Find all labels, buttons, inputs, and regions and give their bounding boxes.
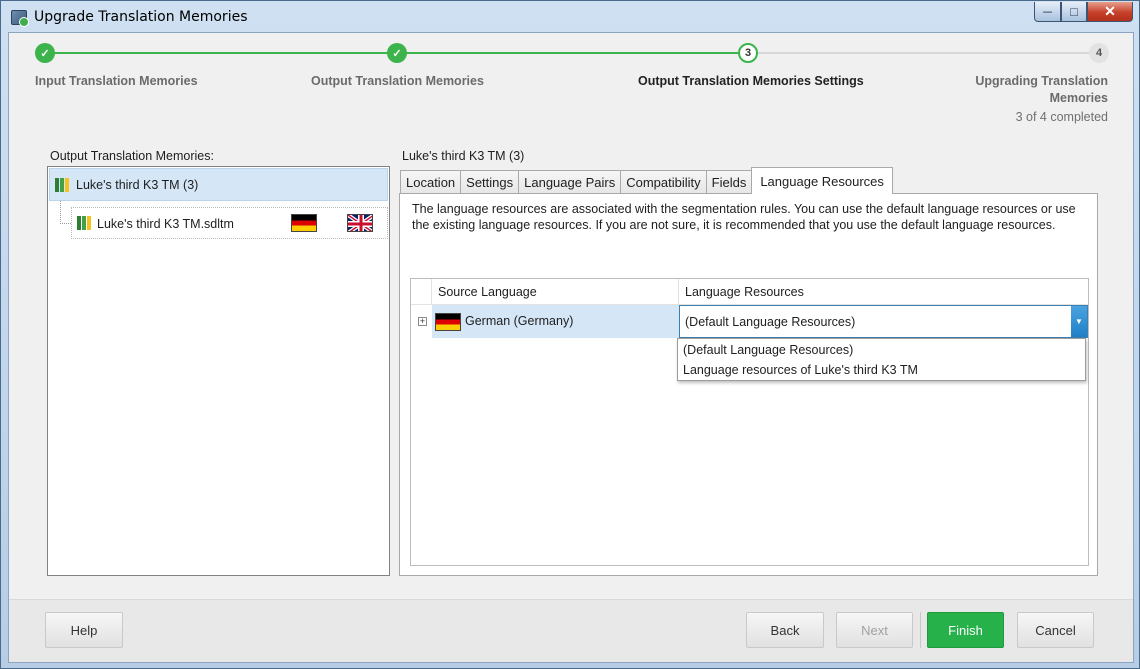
uk-flag-graphic <box>348 215 372 231</box>
step-1-label: Input Translation Memories <box>35 74 198 88</box>
language-resources-select[interactable]: (Default Language Resources) ▼ <box>679 305 1088 338</box>
tab-fields[interactable]: Fields <box>705 170 753 194</box>
step-3-label: Output Translation Memories Settings <box>638 74 864 88</box>
expand-row-button[interactable]: + <box>418 317 427 326</box>
progress-status: 3 of 4 completed <box>1015 110 1108 124</box>
tab-language-resources[interactable]: Language Resources <box>751 167 893 194</box>
grid-cell-source-language[interactable]: German (Germany) <box>432 305 679 338</box>
tree-item-child[interactable]: Luke's third K3 TM.sdltm <box>71 207 388 239</box>
language-resources-grid: Source Language Language Resources + Ger… <box>410 278 1089 566</box>
tree-connector-h <box>60 223 71 224</box>
step-connector-2-3 <box>397 52 749 54</box>
german-flag-icon <box>435 313 461 331</box>
german-flag-icon <box>291 214 317 232</box>
tree-item-root[interactable]: Luke's third K3 TM (3) <box>49 168 388 201</box>
step-3-indicator: 3 <box>738 43 758 63</box>
language-resources-selected-value: (Default Language Resources) <box>685 315 856 329</box>
tab-language-pairs[interactable]: Language Pairs <box>518 170 622 194</box>
maximize-button[interactable]: □ <box>1061 2 1087 22</box>
step-2-label: Output Translation Memories <box>311 74 484 88</box>
tree-item-child-label: Luke's third K3 TM.sdltm <box>97 217 234 231</box>
grid-header-spacer <box>411 279 432 305</box>
language-resources-panel: The language resources are associated wi… <box>399 193 1098 576</box>
language-resources-description: The language resources are associated wi… <box>412 202 1076 232</box>
maximize-icon: □ <box>1070 4 1078 19</box>
step-connector-1-2 <box>45 52 397 54</box>
step-4-label-line2: Memories <box>1049 91 1108 105</box>
grid-header-source-language: Source Language <box>432 279 679 305</box>
grid-header-language-resources: Language Resources <box>679 279 1088 305</box>
help-button[interactable]: Help <box>45 612 123 648</box>
step-4-indicator: 4 <box>1089 43 1109 63</box>
close-button[interactable]: ✕ <box>1087 2 1133 22</box>
tab-settings[interactable]: Settings <box>460 170 520 194</box>
step-1-check-icon: ✓ <box>35 43 55 63</box>
output-tm-caption: Output Translation Memories: <box>50 149 214 163</box>
tree-item-root-label: Luke's third K3 TM (3) <box>76 178 199 192</box>
output-tm-tree[interactable]: Luke's third K3 TM (3) Luke's third K3 T… <box>47 166 390 576</box>
tm-group-icon <box>55 178 69 192</box>
step-4-label: Upgrading Translation Memories <box>975 73 1108 107</box>
dropdown-arrow-icon[interactable]: ▼ <box>1071 306 1087 337</box>
wizard-footer: Help Back Next Finish Cancel <box>9 599 1133 662</box>
wizard-client-area: ✓ ✓ 3 4 Input Translation Memories Outpu… <box>8 32 1134 663</box>
window-controls: ─ □ ✕ <box>1034 2 1133 22</box>
title-bar[interactable]: Upgrade Translation Memories ─ □ ✕ <box>1 1 1139 33</box>
minimize-icon: ─ <box>1043 4 1052 19</box>
step-4-label-line1: Upgrading Translation <box>975 74 1108 88</box>
step-2-check-icon: ✓ <box>387 43 407 63</box>
selected-tm-caption: Luke's third K3 TM (3) <box>402 149 525 163</box>
window-title: Upgrade Translation Memories <box>34 9 248 25</box>
app-icon <box>11 10 29 27</box>
dropdown-option-default[interactable]: (Default Language Resources) <box>683 341 853 359</box>
step-connector-3-4 <box>749 52 1099 54</box>
wizard-window: Upgrade Translation Memories ─ □ ✕ ✓ ✓ 3… <box>0 0 1140 669</box>
tab-location[interactable]: Location <box>400 170 462 194</box>
minimize-button[interactable]: ─ <box>1034 2 1061 22</box>
settings-tabs: Location Settings Language Pairs Compati… <box>400 167 893 194</box>
source-language-value: German (Germany) <box>465 314 574 328</box>
tab-compatibility[interactable]: Compatibility <box>620 170 707 194</box>
tree-connector <box>60 201 61 224</box>
close-icon: ✕ <box>1104 3 1116 19</box>
uk-flag-icon <box>347 214 373 232</box>
cancel-button[interactable]: Cancel <box>1017 612 1094 648</box>
footer-separator <box>920 612 921 648</box>
language-resources-dropdown-list: (Default Language Resources) Language re… <box>677 338 1086 381</box>
dropdown-option-existing[interactable]: Language resources of Luke's third K3 TM <box>683 361 918 379</box>
next-button[interactable]: Next <box>836 612 913 648</box>
back-button[interactable]: Back <box>746 612 824 648</box>
tm-file-icon <box>77 216 91 230</box>
finish-button[interactable]: Finish <box>927 612 1004 648</box>
